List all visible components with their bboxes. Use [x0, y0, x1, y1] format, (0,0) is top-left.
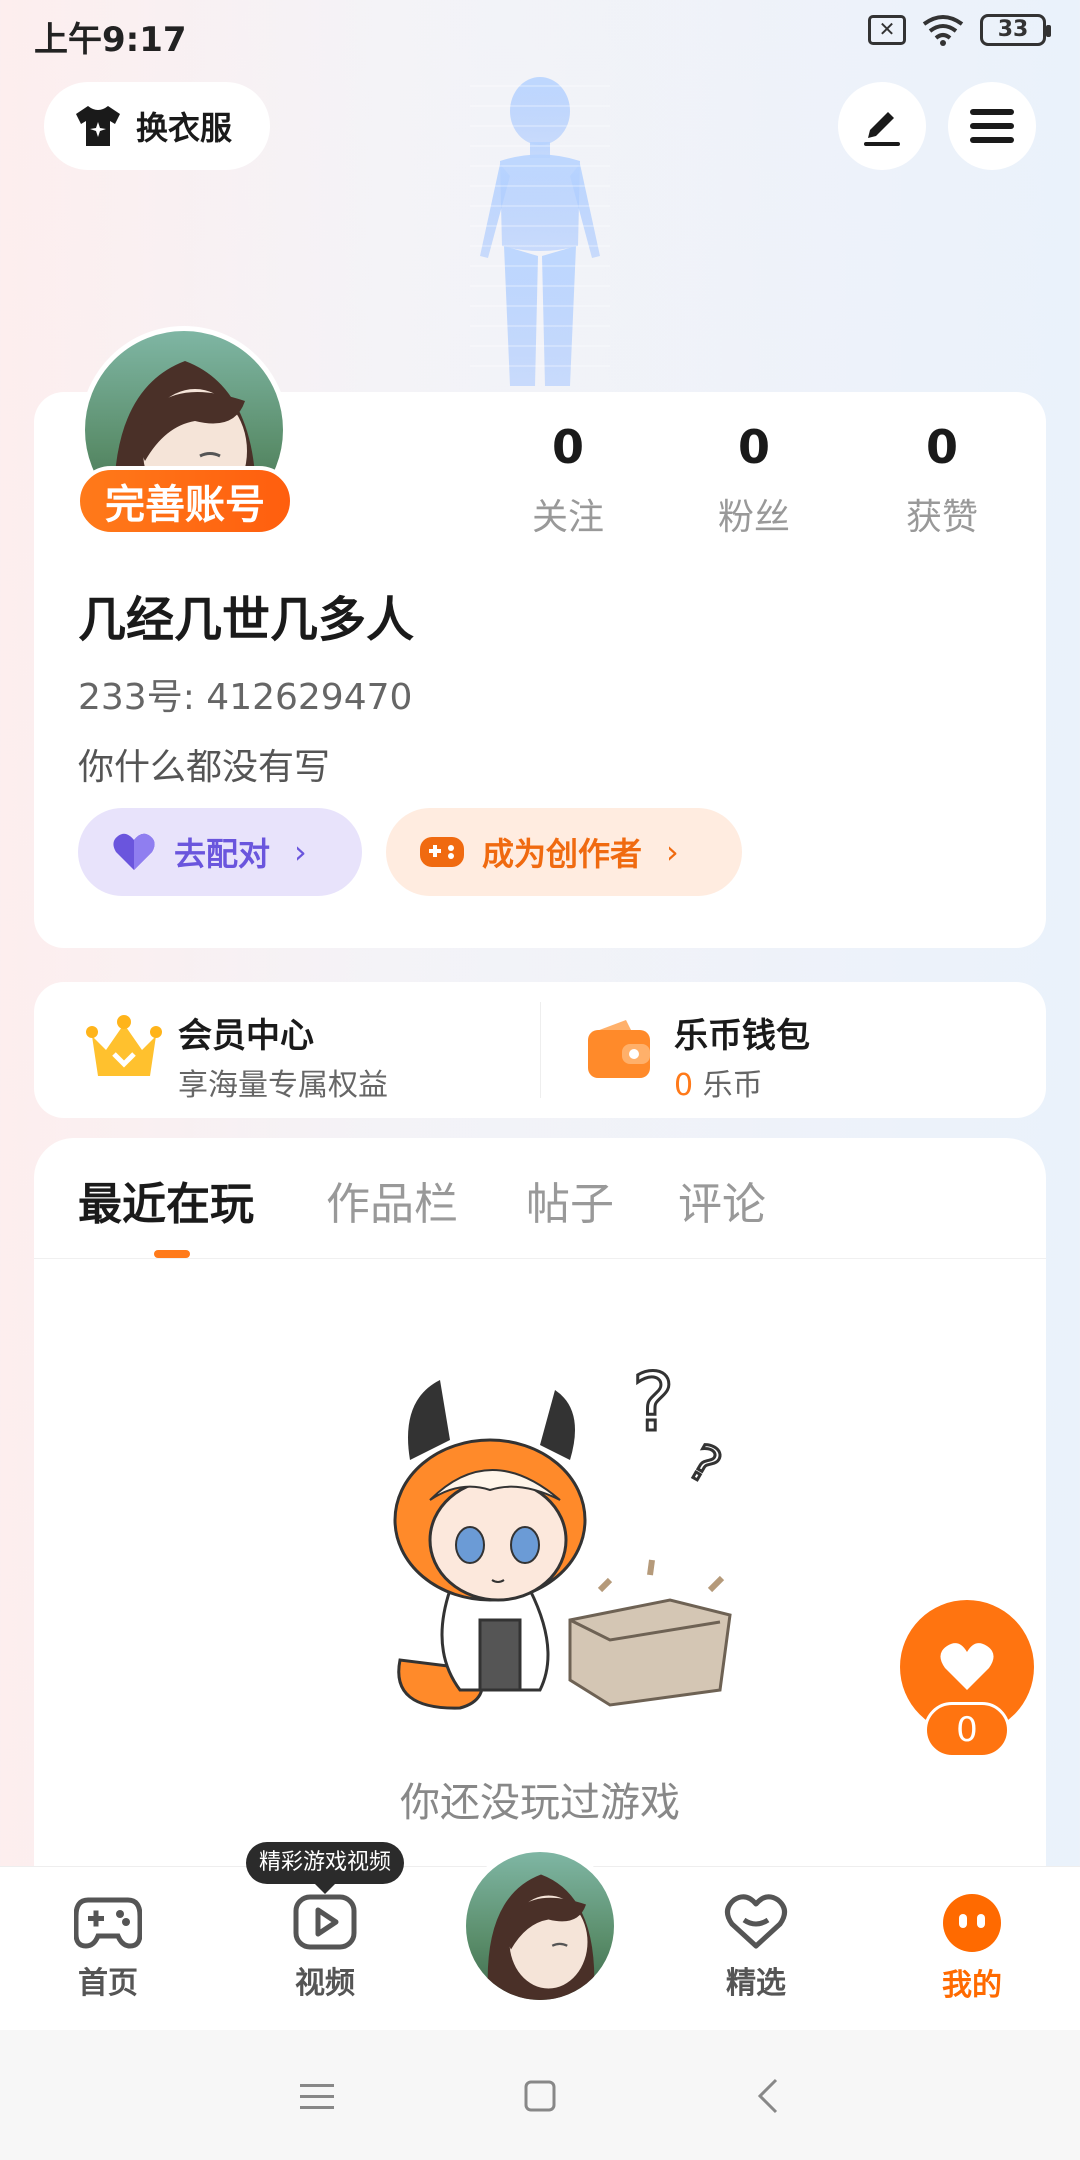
crown-icon — [86, 1015, 162, 1076]
nav-mine[interactable]: 我的 — [902, 1894, 1042, 2004]
following-count: 0 — [551, 420, 584, 474]
profile-face-icon — [943, 1894, 1001, 1952]
following-label: 关注 — [531, 497, 604, 538]
chevron-right-icon: › — [666, 833, 679, 871]
wallet-icon — [588, 1020, 650, 1078]
become-creator-button[interactable]: 成为创作者 › — [386, 808, 742, 896]
heart-icon — [940, 1643, 994, 1690]
divider — [34, 1258, 1046, 1259]
hamburger-icon — [970, 109, 1014, 143]
likes-label: 获赞 — [905, 497, 978, 538]
heart-outline-icon — [725, 1894, 787, 1949]
stat-following[interactable]: 0 关注 — [498, 420, 638, 540]
battery-icon: 33 — [980, 14, 1051, 46]
avatar-hologram[interactable] — [440, 66, 640, 396]
nav-featured[interactable]: 精选 — [686, 1894, 826, 2002]
followers-label: 粉丝 — [717, 497, 790, 538]
nav-home[interactable]: 首页 — [38, 1894, 178, 2002]
menu-button[interactable] — [948, 82, 1036, 170]
change-outfit-label: 换衣服 — [136, 109, 233, 147]
svg-text:?: ? — [632, 1356, 674, 1449]
empty-state-illustration: ? ? — [393, 1355, 732, 1710]
bio[interactable]: 你什么都没有写 — [78, 738, 330, 790]
member-center-title: 会员中心 — [178, 1016, 314, 1056]
nav-featured-label: 精选 — [726, 1966, 786, 2001]
nav-video-label: 视频 — [295, 1966, 355, 2001]
match-button[interactable]: 去配对 › — [78, 808, 362, 896]
match-label: 去配对 — [174, 835, 271, 873]
become-creator-label: 成为创作者 — [482, 835, 643, 873]
wallet-amount: 0 — [674, 1068, 694, 1103]
followers-count: 0 — [737, 420, 770, 474]
tab-posts[interactable]: 帖子 — [526, 1168, 614, 1232]
complete-account-badge[interactable]: 完善账号 — [76, 466, 294, 536]
nav-home-label: 首页 — [78, 1966, 138, 2001]
wallet-title: 乐币钱包 — [674, 1016, 810, 1056]
change-outfit-button[interactable]: 换衣服 — [44, 82, 270, 170]
nav-mine-label: 我的 — [942, 1968, 1002, 2003]
status-bar: 上午9:17 ✕ 33 — [0, 0, 1080, 70]
wallet-balance: 0 乐币 — [674, 1060, 763, 1104]
avatar-image — [487, 1874, 595, 2000]
shirt-icon — [76, 106, 120, 146]
username: 几经几世几多人 — [78, 592, 415, 648]
video-tooltip: 精彩游戏视频 — [246, 1842, 404, 1894]
empty-state-text: 你还没玩过游戏 — [400, 1780, 680, 1826]
system-nav-bar — [0, 2030, 1080, 2160]
user-id: 233号: 412629470 — [78, 677, 413, 718]
likes-count: 0 — [925, 420, 958, 474]
recent-apps-icon[interactable] — [300, 2082, 334, 2112]
edit-button[interactable] — [838, 82, 926, 170]
like-count: 0 — [924, 1702, 1010, 1758]
heart-icon — [113, 833, 155, 870]
stat-followers[interactable]: 0 粉丝 — [684, 420, 824, 540]
chevron-right-icon: › — [294, 833, 307, 871]
status-time: 上午9:17 — [34, 20, 187, 60]
nav-video[interactable]: 视频 — [255, 1894, 395, 2002]
home-icon[interactable] — [524, 2080, 556, 2112]
tab-comments[interactable]: 评论 — [678, 1168, 766, 1232]
svg-text:?: ? — [679, 1433, 731, 1497]
tab-works[interactable]: 作品栏 — [326, 1168, 458, 1232]
no-sim-icon: ✕ — [868, 15, 906, 45]
gamepad-icon — [73, 1897, 143, 1949]
stat-likes[interactable]: 0 获赞 — [872, 420, 1012, 540]
wifi-icon — [922, 15, 964, 46]
wallet-unit: 乐币 — [702, 1068, 763, 1103]
pen-icon — [864, 112, 900, 146]
tab-indicator — [154, 1250, 190, 1258]
nav-avatar[interactable] — [460, 1846, 620, 2006]
gamepad-icon — [420, 837, 464, 867]
member-center-subtitle: 享海量专属权益 — [178, 1068, 388, 1103]
tab-recent-games[interactable]: 最近在玩 — [78, 1168, 254, 1232]
play-icon — [293, 1894, 357, 1950]
back-icon[interactable] — [756, 2078, 780, 2114]
